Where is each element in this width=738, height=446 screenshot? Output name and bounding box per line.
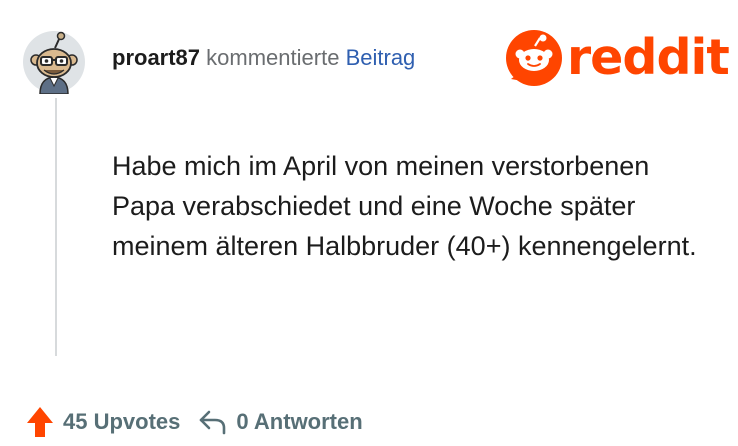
reply-count[interactable]: 0 Antworten — [236, 409, 362, 435]
upvote-count[interactable]: 45 Upvotes — [63, 409, 180, 435]
comment-header: proart87 kommentierte Beitrag — [112, 44, 415, 72]
action-text: kommentierte — [206, 45, 340, 70]
reddit-snoo-icon — [506, 30, 562, 86]
reddit-wordmark: reddit — [567, 29, 730, 86]
reddit-logo: reddit — [505, 28, 730, 88]
comment-body: Habe mich im April von meinen verstorben… — [112, 151, 697, 261]
user-avatar[interactable] — [22, 30, 86, 95]
post-link[interactable]: Beitrag — [346, 45, 416, 70]
thread-line[interactable] — [55, 98, 57, 356]
reply-arrow-icon[interactable] — [197, 408, 227, 436]
comment-footer: 45 Upvotes 0 Antworten — [26, 402, 363, 442]
username[interactable]: proart87 — [112, 45, 200, 70]
upvote-arrow-icon[interactable] — [26, 406, 54, 438]
